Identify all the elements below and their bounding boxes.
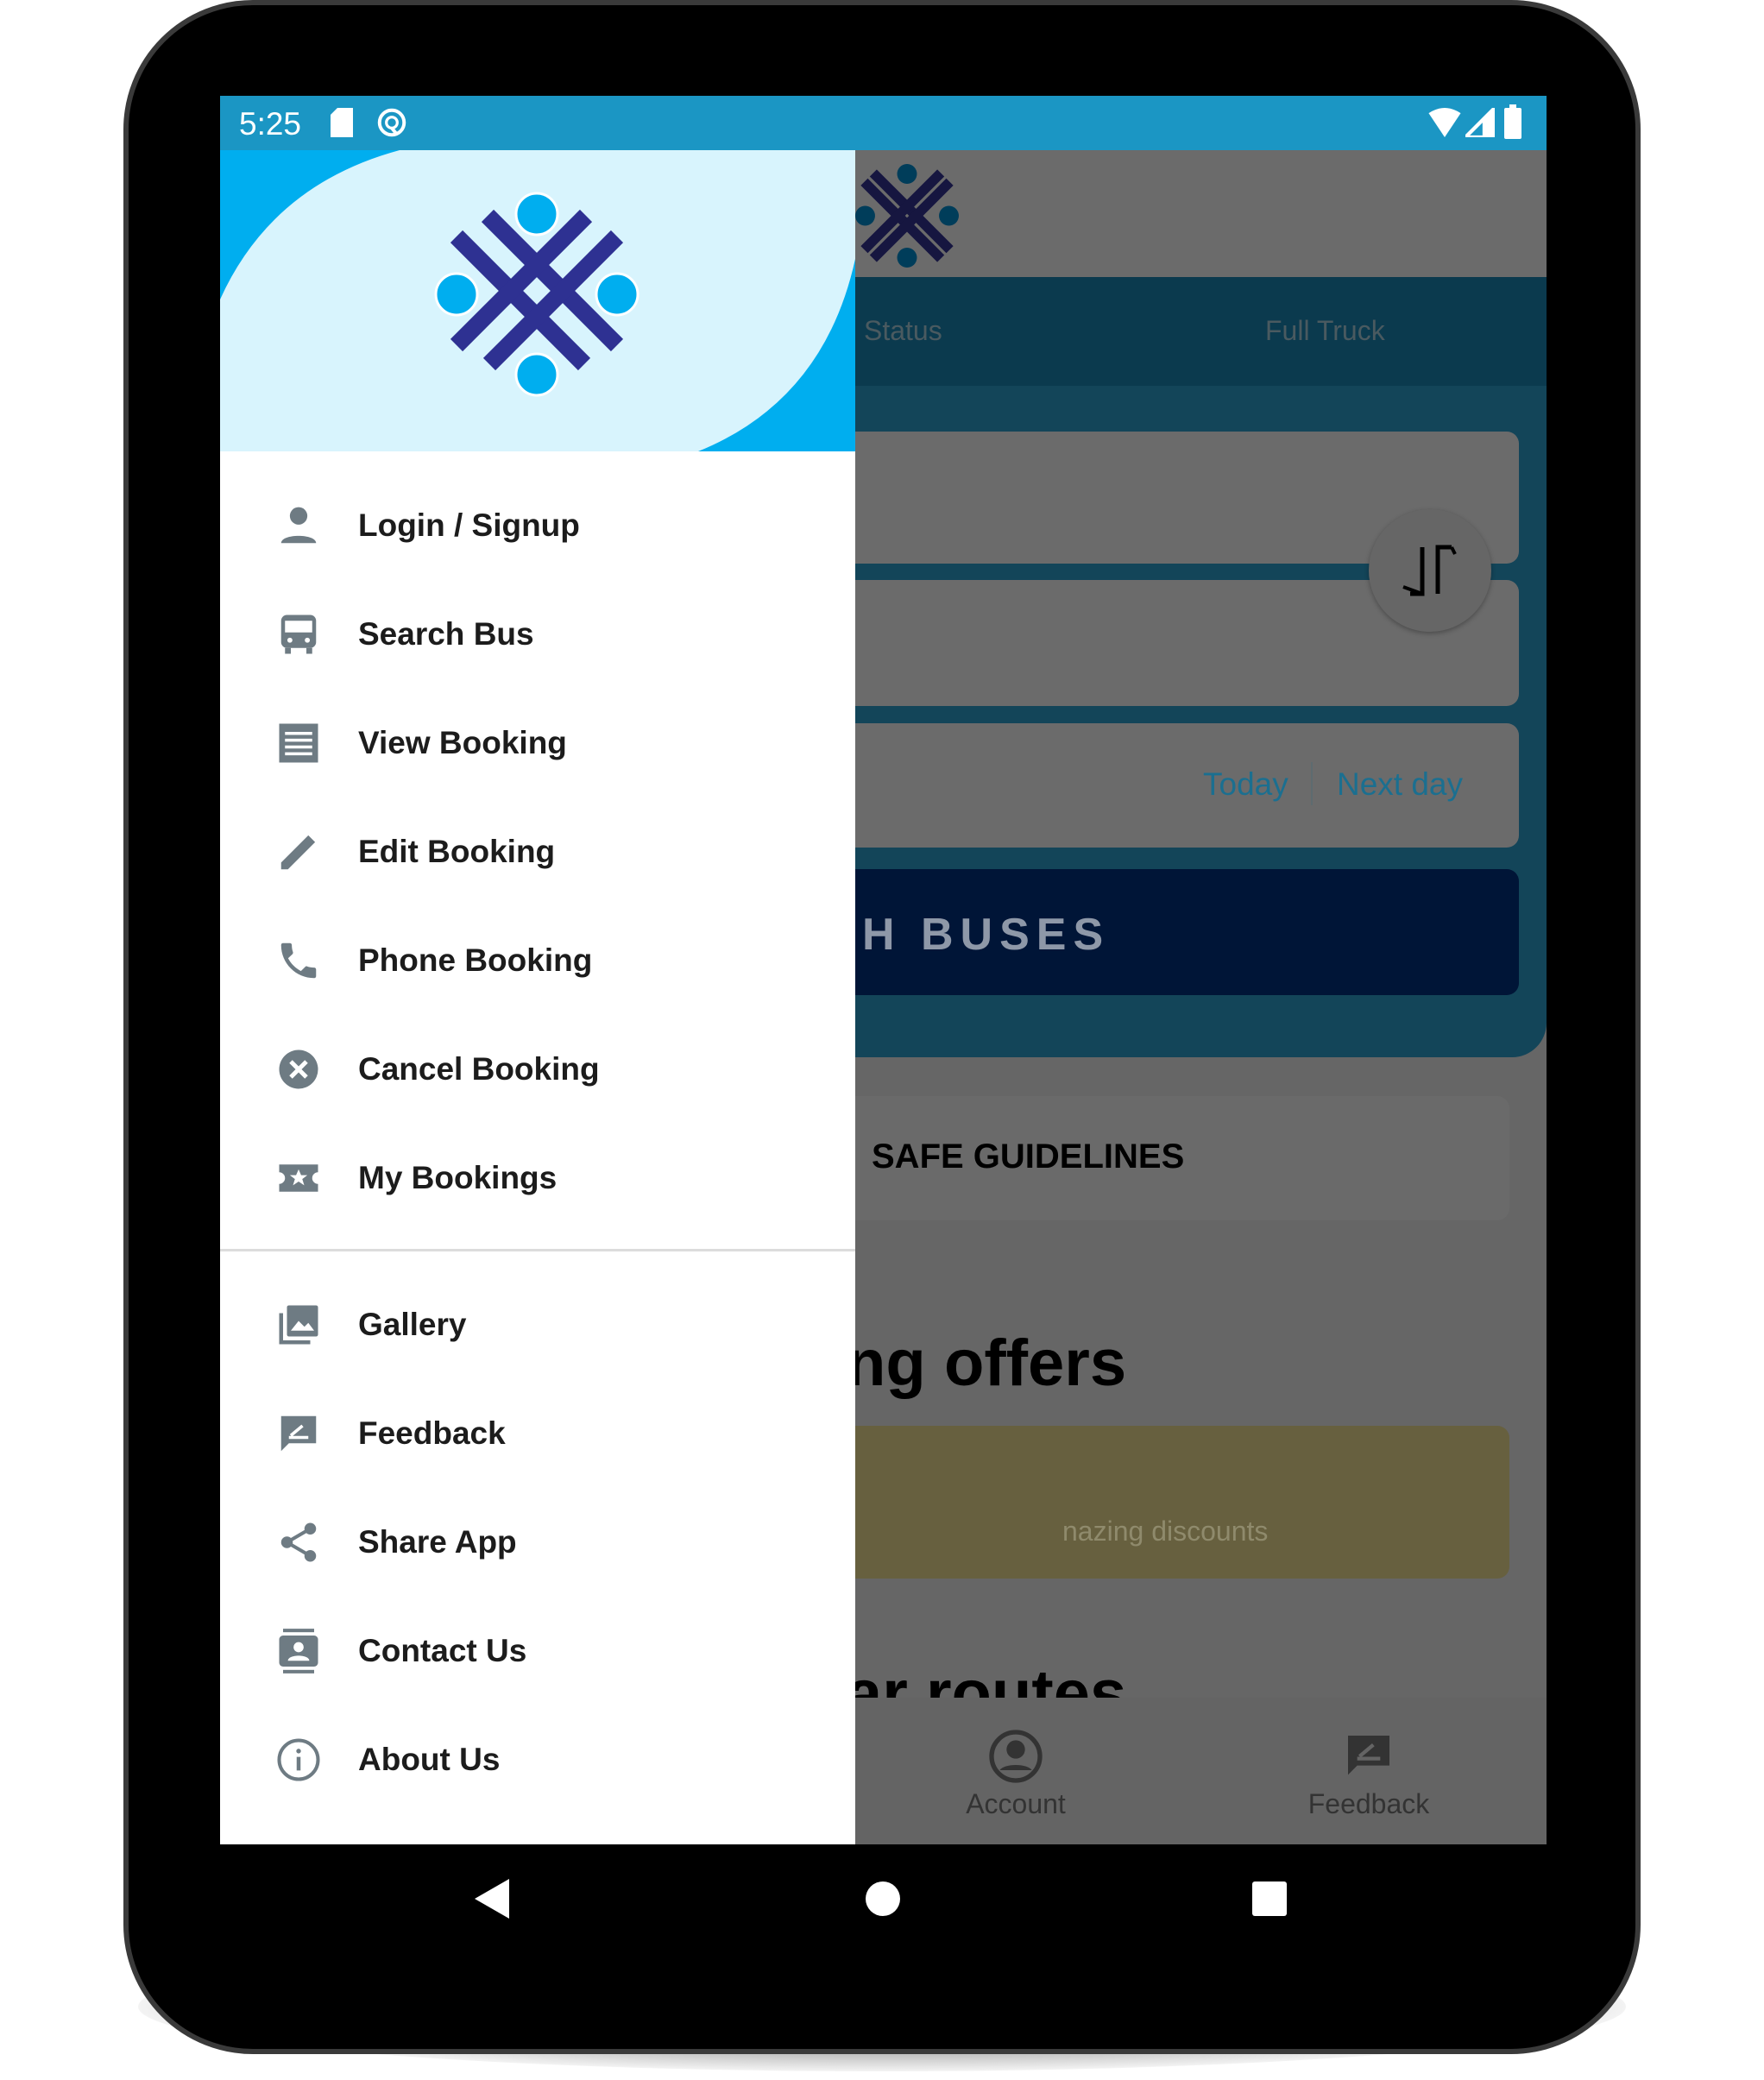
status-time: 5:25: [239, 106, 302, 142]
menu-label: Feedback: [358, 1415, 506, 1451]
menu-item-cancel-booking[interactable]: Cancel Booking: [220, 1015, 855, 1124]
offer-card[interactable]: nazing discounts: [824, 1426, 1509, 1579]
menu-label: Login / Signup: [358, 507, 580, 543]
menu-label: Share App: [358, 1524, 517, 1560]
account-circle-icon: [989, 1730, 1043, 1783]
sync-icon: [377, 108, 406, 137]
routes-heading-clip: ar routes: [846, 1649, 1450, 1698]
back-button[interactable]: [475, 1879, 509, 1919]
menu-item-edit-booking[interactable]: Edit Booking: [220, 797, 855, 906]
status-bar: 5:25: [220, 96, 1547, 150]
routes-heading: ar routes: [846, 1657, 1127, 1698]
date-divider: [1311, 762, 1313, 805]
feedback-icon: [280, 1415, 317, 1452]
gallery-icon: [279, 1305, 318, 1345]
phone-icon: [280, 942, 317, 979]
contact-icon: [279, 1629, 318, 1673]
wifi-icon: [1428, 108, 1461, 137]
share-icon: [280, 1522, 317, 1562]
date-today[interactable]: Today: [1203, 766, 1288, 803]
menu-item-search-bus[interactable]: Search Bus: [220, 580, 855, 689]
guidelines-card[interactable]: SAFE GUIDELINES: [824, 1096, 1509, 1220]
app-logo-dimmed: [855, 164, 959, 268]
sd-card-icon: [331, 108, 353, 137]
guidelines-label: SAFE GUIDELINES: [872, 1138, 1185, 1176]
ticket-star-icon: [279, 1164, 318, 1192]
account-label: Account: [966, 1788, 1066, 1819]
menu-label: View Booking: [358, 725, 567, 760]
bottom-nav-feedback[interactable]: Feedback: [1282, 1729, 1455, 1832]
menu-item-about-us[interactable]: About Us: [220, 1705, 855, 1814]
search-buses-label: H BUSES: [862, 910, 1111, 960]
menu-item-my-bookings[interactable]: My Bookings: [220, 1124, 855, 1232]
date-next-day[interactable]: Next day: [1337, 766, 1463, 803]
swap-button[interactable]: [1369, 509, 1491, 632]
screen: Status Full Truck Today Next day H BUSES…: [220, 96, 1547, 1844]
menu-item-phone-booking[interactable]: Phone Booking: [220, 906, 855, 1015]
offer-text: nazing discounts: [1062, 1516, 1269, 1547]
menu-label: Contact Us: [358, 1633, 527, 1668]
menu-label: Edit Booking: [358, 834, 556, 869]
cancel-icon: [279, 1049, 318, 1089]
menu-item-gallery[interactable]: Gallery: [220, 1270, 855, 1379]
menu-label: About Us: [358, 1742, 501, 1777]
bus-icon: [280, 615, 317, 654]
menu-label: Phone Booking: [358, 942, 593, 978]
drawer-header: [220, 150, 855, 451]
tab-full-truck[interactable]: Full Truck: [1265, 315, 1385, 347]
receipt-icon: [279, 723, 318, 763]
offers-heading: ng offers: [846, 1327, 1127, 1400]
date-field[interactable]: Today Next day: [824, 723, 1519, 848]
menu-label: Gallery: [358, 1307, 467, 1342]
menu-item-contact-us[interactable]: Contact Us: [220, 1597, 855, 1705]
navigation-drawer: Login / Signup Search Bus View Booking E…: [220, 150, 855, 1844]
tab-status[interactable]: Status: [864, 315, 942, 347]
menu-item-share-app[interactable]: Share App: [220, 1488, 855, 1597]
feedback-label: Feedback: [1307, 1788, 1430, 1819]
person-icon: [280, 507, 317, 544]
menu-label: Cancel Booking: [358, 1051, 600, 1087]
menu-label: My Bookings: [358, 1160, 558, 1195]
menu-item-feedback[interactable]: Feedback: [220, 1379, 855, 1488]
swap-vertical-icon: [1402, 545, 1457, 596]
recents-button[interactable]: [1252, 1881, 1287, 1916]
bottom-nav-account[interactable]: Account: [929, 1729, 1102, 1832]
feedback-icon: [1348, 1736, 1389, 1775]
signal-icon: [1465, 108, 1495, 137]
menu-label: Search Bus: [358, 616, 534, 652]
info-icon: [277, 1738, 320, 1781]
menu-item-view-booking[interactable]: View Booking: [220, 689, 855, 797]
system-nav-bar: [220, 1844, 1547, 1952]
menu-item-login-signup[interactable]: Login / Signup: [220, 471, 855, 580]
home-button[interactable]: [866, 1881, 900, 1916]
pencil-icon: [280, 835, 316, 870]
battery-icon: [1504, 104, 1521, 139]
drawer-divider: [220, 1249, 855, 1251]
